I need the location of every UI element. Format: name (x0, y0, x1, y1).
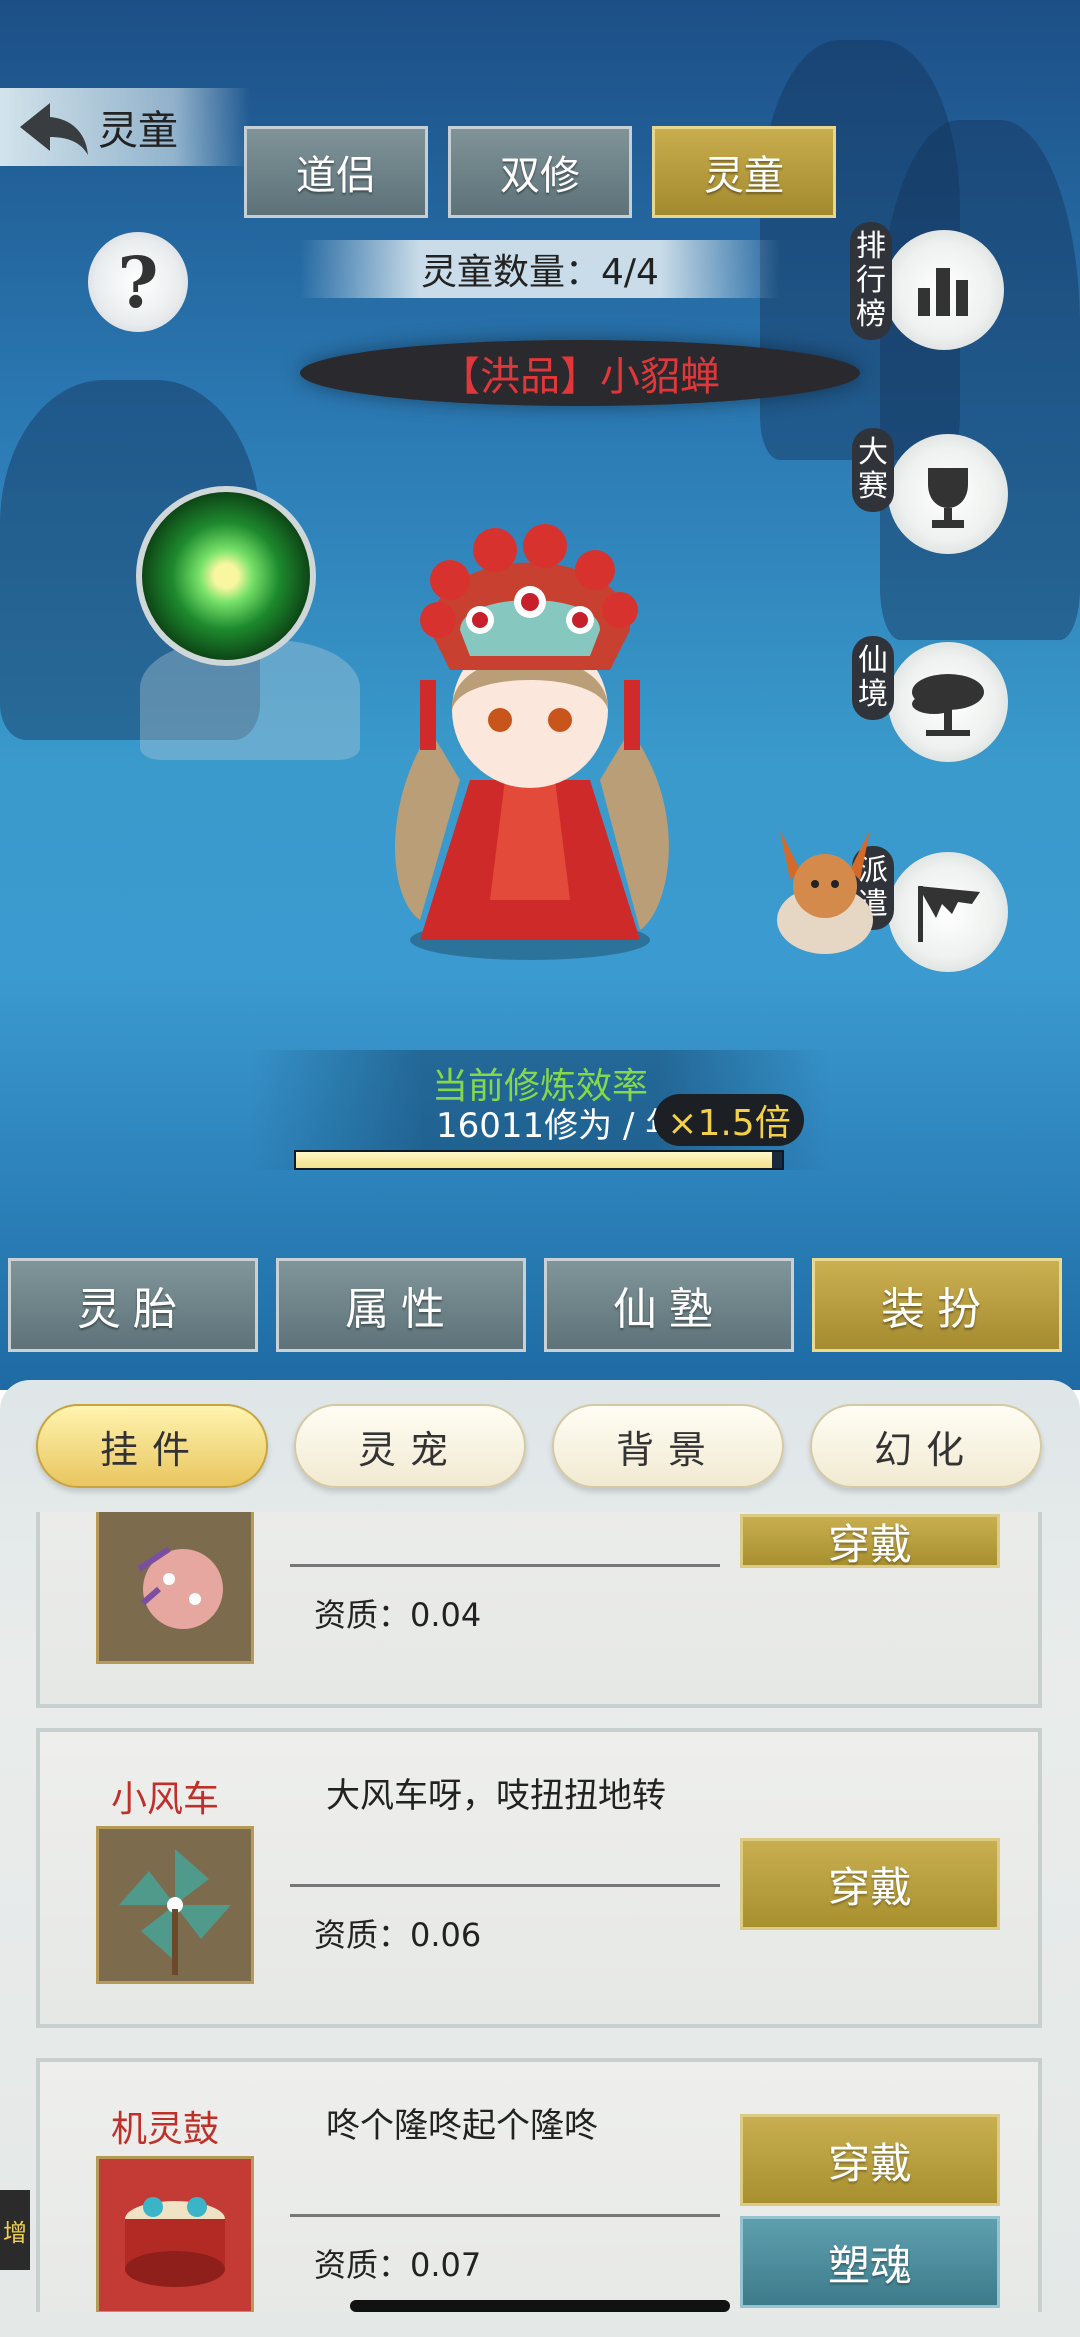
button-label: 塑魂 (827, 2240, 912, 2290)
item-name: 机灵鼓 (110, 2109, 219, 2150)
edge-side-tab[interactable]: 增 (0, 2190, 30, 2270)
subtab-label: 幻化 (873, 1427, 978, 1472)
item-description: 大风车呀，吱扭扭地转 (326, 1776, 666, 1816)
soul-shape-button[interactable]: 塑魂 (740, 2216, 1000, 2308)
wear-button[interactable]: 穿戴 (740, 1838, 1000, 1930)
child-count: 灵童数量：4/4 (300, 240, 780, 298)
tab-lingtai[interactable]: 灵胎 (8, 1258, 258, 1352)
tab-dressup[interactable]: 装扮 (812, 1258, 1062, 1352)
subtab-background[interactable]: 背景 (552, 1404, 784, 1488)
count-text: 灵童数量：4/4 (421, 252, 659, 293)
item-quality: 资质：0.06 (314, 1916, 482, 1954)
list-item: 小风车 大风车呀，吱扭扭地转 资质：0.06 穿戴 (36, 1728, 1042, 2028)
ranking-icon (884, 230, 1004, 350)
back-button[interactable]: 灵童 (0, 88, 250, 166)
item-description: 咚个隆咚起个隆咚 (326, 2106, 598, 2146)
tab-label: 双修 (500, 153, 580, 199)
side-menu-label: 仙境 (852, 636, 894, 720)
drum-icon (96, 2156, 254, 2312)
tab-school[interactable]: 仙塾 (544, 1258, 794, 1352)
wear-button[interactable]: 穿戴 (740, 1514, 1000, 1569)
tab-label: 灵童 (704, 153, 784, 199)
help-icon[interactable]: ? (88, 232, 188, 332)
character-name-banner: 【洪品】小貂蝉 (300, 340, 860, 406)
divider (290, 2214, 720, 2217)
item-quality: 资质：0.04 (314, 1596, 482, 1634)
efficiency-value: 16011修为 / 年 (436, 1106, 680, 1146)
tab-label: 灵胎 (77, 1284, 189, 1335)
efficiency-progress-bar (294, 1150, 784, 1170)
progress-fill (296, 1152, 773, 1168)
button-label: 穿戴 (827, 2138, 912, 2188)
edge-tab-label: 增 (3, 2218, 27, 2247)
subtab-pet[interactable]: 灵宠 (294, 1404, 526, 1488)
character-portrait (395, 524, 669, 960)
divider (290, 1884, 720, 1887)
character-name: 【洪品】小貂蝉 (440, 354, 720, 400)
trophy-icon (888, 434, 1008, 554)
subtab-pendant[interactable]: 挂件 (36, 1404, 268, 1488)
tree-icon (888, 642, 1008, 762)
multiplier-text: ×1.5倍 (667, 1103, 791, 1144)
item-name: 小风车 (110, 1779, 219, 1820)
button-label: 穿戴 (827, 1862, 912, 1912)
back-arrow-icon (20, 103, 88, 155)
pinwheel-icon (96, 1826, 254, 1984)
subtab-label: 灵宠 (357, 1427, 462, 1472)
button-label: 穿戴 (827, 1519, 912, 1569)
item-quality: 资质：0.07 (314, 2246, 482, 2284)
home-indicator[interactable] (350, 2300, 730, 2312)
item-list[interactable]: 资质：0.04 穿戴 小风车 大风车呀，吱扭扭地转 资质：0.06 穿戴 机灵鼓… (0, 1512, 1080, 2312)
tab-label: 装扮 (881, 1284, 993, 1335)
efficiency-multiplier: ×1.5倍 (654, 1094, 804, 1146)
divider (290, 1564, 720, 1567)
side-menu-label: 大赛 (852, 428, 894, 512)
pet-companion (777, 830, 873, 954)
ornament-ball-icon (96, 1512, 254, 1664)
tab-attributes[interactable]: 属性 (276, 1258, 526, 1352)
game-scene: 灵童 道侣 双修 灵童 ? 灵童数量：4/4 【洪品】小貂蝉 排行榜 大赛 仙境… (0, 0, 1080, 1390)
side-menu-label: 排行榜 (850, 222, 892, 340)
subtab-label: 挂件 (99, 1427, 204, 1472)
tab-daolv[interactable]: 道侣 (244, 126, 428, 218)
help-symbol: ? (117, 240, 159, 324)
subtab-label: 背景 (615, 1427, 720, 1472)
wear-button[interactable]: 穿戴 (740, 2114, 1000, 2206)
back-label: 灵童 (98, 108, 178, 154)
tab-label: 属性 (345, 1284, 457, 1335)
skill-orb-icon[interactable] (136, 486, 316, 666)
list-item: 机灵鼓 咚个隆咚起个隆咚 资质：0.07 穿戴 塑魂 (36, 2058, 1042, 2312)
tab-label: 道侣 (296, 153, 376, 199)
list-item: 资质：0.04 穿戴 (36, 1512, 1042, 1708)
tab-shuangxiu[interactable]: 双修 (448, 126, 632, 218)
tab-label: 仙塾 (613, 1284, 725, 1335)
tab-lingtong[interactable]: 灵童 (652, 126, 836, 218)
flag-icon (888, 852, 1008, 972)
subtab-transform[interactable]: 幻化 (810, 1404, 1042, 1488)
